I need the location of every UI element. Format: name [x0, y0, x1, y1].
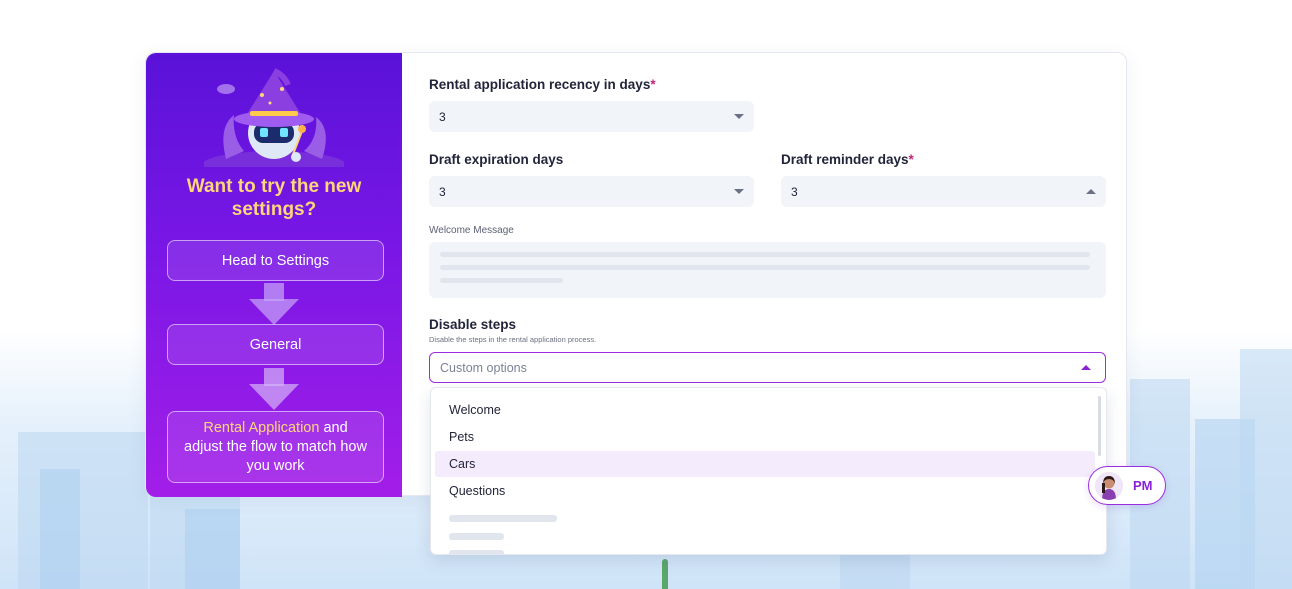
option-welcome[interactable]: Welcome [435, 397, 1095, 423]
loading-placeholder [449, 550, 504, 554]
disable-steps-dropdown: Welcome Pets Cars Questions [430, 387, 1107, 555]
settings-card: Want to try the new settings? Head to Se… [145, 52, 1127, 555]
recency-value: 3 [439, 109, 446, 124]
promo-title: Want to try the new settings? [186, 176, 362, 220]
building [1240, 349, 1292, 589]
chevron-down-icon[interactable] [734, 189, 744, 194]
step-head-to-settings: Head to Settings [167, 240, 384, 281]
draft-reminder-label: Draft reminder days* [781, 152, 914, 167]
chevron-down-icon[interactable] [734, 114, 744, 119]
draft-expiration-label: Draft expiration days [429, 152, 564, 167]
loading-placeholder [449, 515, 557, 522]
required-mark: * [908, 152, 914, 167]
arrow-down-icon [249, 368, 299, 410]
option-pets[interactable]: Pets [435, 424, 1095, 450]
draft-expiration-select[interactable]: 3 [429, 176, 754, 207]
user-initials: PM [1133, 478, 1153, 493]
plant-sprout [662, 559, 668, 589]
step-rental-application-text: Rental Application and adjust the flow t… [182, 419, 369, 476]
step-general: General [167, 324, 384, 365]
arrow-down-icon [249, 283, 299, 325]
user-avatar-icon [1095, 471, 1123, 500]
disable-steps-label: Disable steps [429, 317, 517, 332]
avatar[interactable] [1095, 471, 1123, 500]
option-cars[interactable]: Cars [435, 451, 1095, 477]
welcome-message-label: Welcome Message [429, 225, 514, 236]
draft-reminder-value: 3 [791, 184, 798, 199]
recency-label-text: Rental application recency in days [429, 77, 651, 92]
disable-steps-hint: Disable the steps in the rental applicat… [429, 335, 597, 344]
disable-steps-select[interactable]: Custom options [429, 352, 1106, 383]
draft-reminder-label-text: Draft reminder days [781, 152, 909, 167]
user-chip[interactable]: PM [1088, 466, 1166, 505]
text-placeholder-line [440, 278, 563, 283]
draft-reminder-select[interactable]: 3 [781, 176, 1106, 207]
step-rental-application: Rental Application and adjust the flow t… [167, 411, 384, 483]
text-placeholder-line [440, 252, 1090, 257]
building [840, 549, 910, 589]
building [40, 469, 80, 589]
scrollbar[interactable] [1098, 396, 1101, 456]
chevron-up-icon[interactable] [1081, 365, 1091, 370]
loading-placeholder [449, 533, 504, 540]
welcome-message-textarea[interactable] [429, 242, 1106, 298]
step-highlight: Rental Application [203, 419, 320, 436]
building [185, 509, 240, 589]
text-placeholder-line [440, 265, 1090, 270]
recency-select[interactable]: 3 [429, 101, 754, 132]
promo-panel: Want to try the new settings? Head to Se… [146, 53, 402, 497]
wizard-robot-mascot-icon [204, 68, 344, 167]
required-mark: * [650, 77, 656, 92]
building [18, 432, 148, 589]
option-questions[interactable]: Questions [435, 478, 1095, 504]
disable-steps-placeholder: Custom options [440, 360, 527, 375]
recency-label: Rental application recency in days* [429, 77, 656, 92]
draft-expiration-value: 3 [439, 184, 446, 199]
chevron-up-icon[interactable] [1086, 189, 1096, 194]
